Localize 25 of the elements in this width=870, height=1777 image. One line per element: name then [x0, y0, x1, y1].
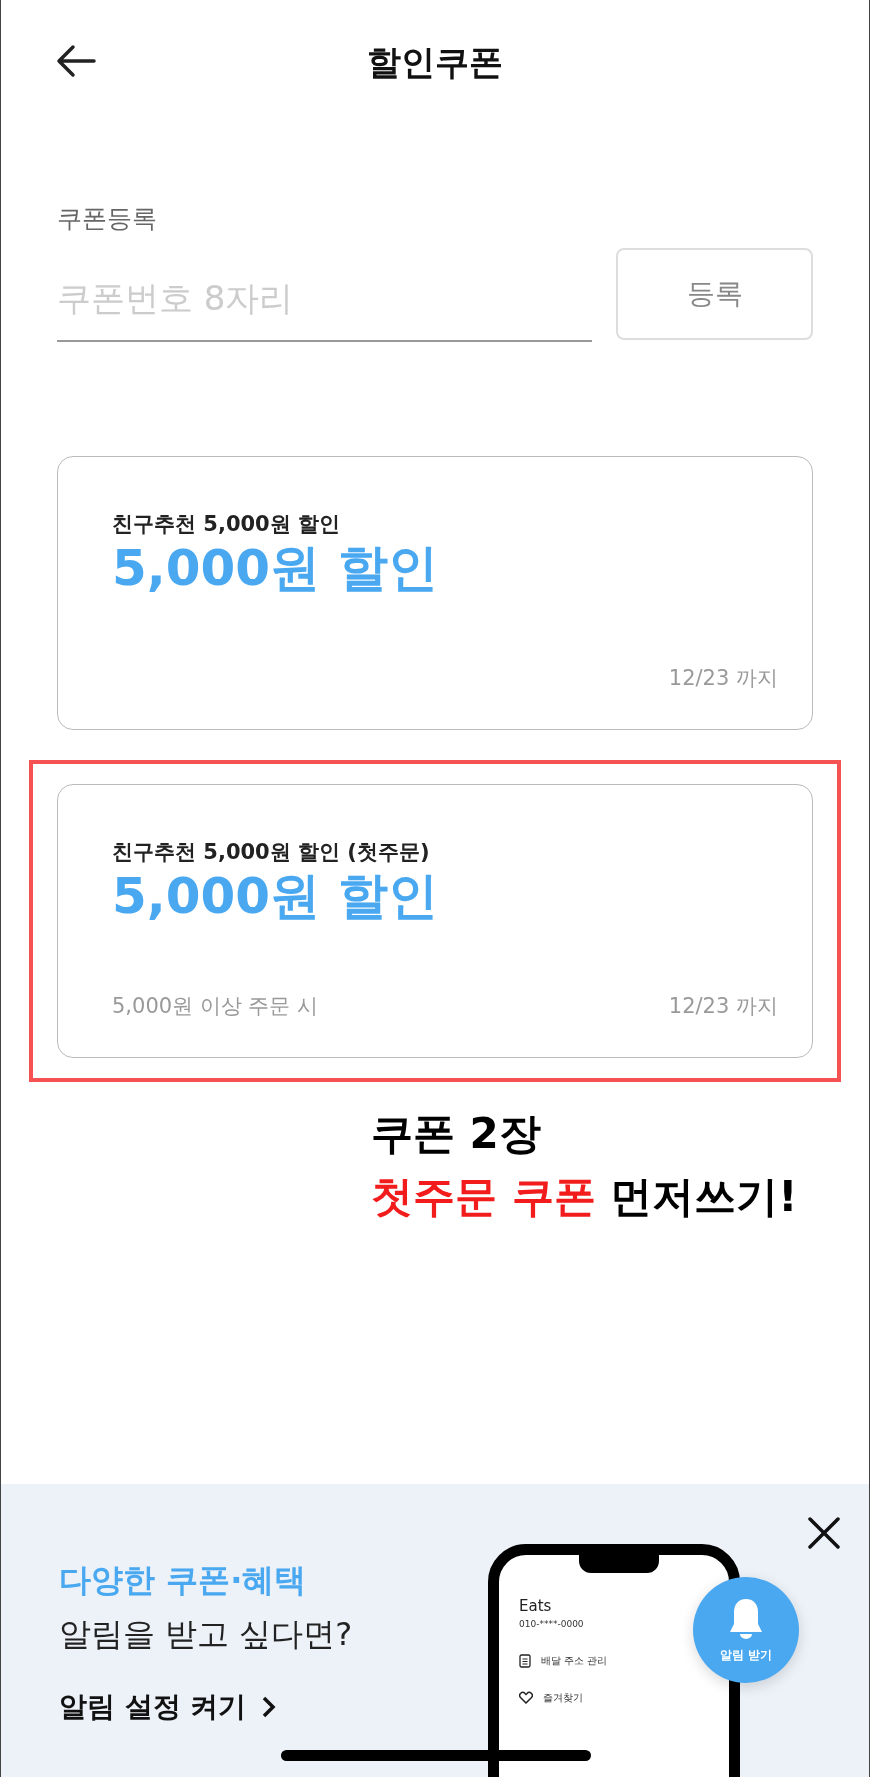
- expiry-date: 12/23 까지: [668, 665, 778, 692]
- coupon-name: 친구추천 5,000원 할인: [112, 510, 342, 538]
- notification-settings-link[interactable]: 알림 설정 켜기: [59, 1686, 277, 1728]
- banner-headline: 다양한 쿠폰·혜택: [59, 1560, 307, 1601]
- profile-name: Eats: [519, 1596, 553, 1617]
- coupon-amount: 5,000원 할인: [112, 868, 439, 926]
- chevron-right-icon: [260, 1695, 277, 1719]
- phone-number: 010-****-0000: [519, 1617, 585, 1631]
- page-title: 할인쿠폰: [367, 41, 503, 84]
- list-icon: [519, 1653, 531, 1668]
- coupon-card[interactable]: 친구추천 5,000원 할인 5,000원 할인 12/23 까지: [57, 455, 813, 730]
- annotation-text: 먼저쓰기!: [609, 1171, 798, 1221]
- banner-subline: 알림을 받고 싶다면?: [59, 1614, 353, 1655]
- expiry-date: 12/23 까지: [668, 993, 778, 1020]
- section-label: 쿠폰등록: [57, 203, 158, 235]
- coupon-amount: 5,000원 할인: [112, 540, 439, 598]
- coupon-condition: 5,000원 이상 주문 시: [112, 993, 319, 1020]
- annotation-text: 쿠폰 2장: [371, 1108, 541, 1158]
- annotation-text: 첫주문 쿠폰: [371, 1171, 596, 1221]
- heart-icon: [519, 1691, 533, 1704]
- coupon-card[interactable]: 친구추천 5,000원 할인 (첫주문) 5,000원 할인 5,000원 이상 주문 시 12/23 까지: [57, 783, 813, 1058]
- register-button[interactable]: 등록: [616, 247, 813, 340]
- coupon-name: 친구추천 5,000원 할인 (첫주문): [112, 838, 431, 866]
- close-icon[interactable]: [807, 1516, 841, 1550]
- back-arrow-icon[interactable]: [56, 44, 96, 78]
